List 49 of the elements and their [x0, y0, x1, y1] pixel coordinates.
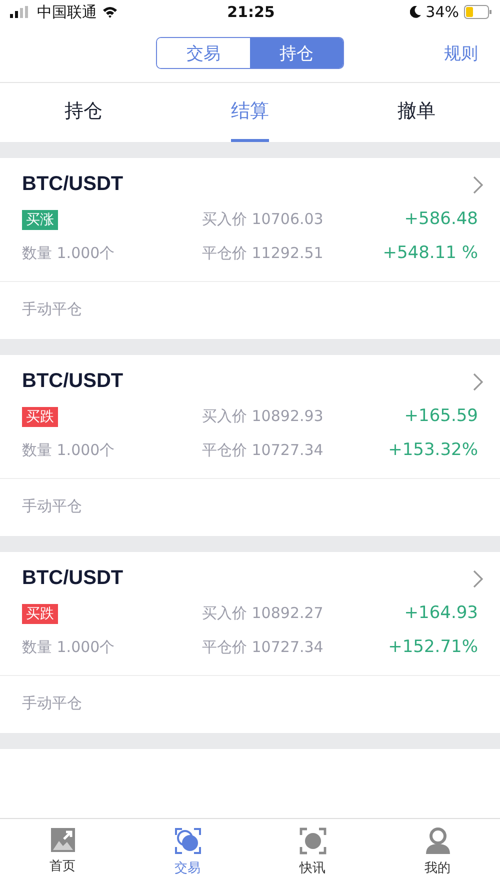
chevron-right-icon[interactable]	[472, 568, 484, 588]
battery-percent: 34%	[426, 3, 459, 21]
direction-tag: 买涨	[22, 210, 58, 230]
tab[interactable]: 持仓	[64, 83, 103, 142]
profit-rate: +153.32%	[388, 440, 478, 460]
tab-bar-item[interactable]: 我的	[375, 819, 500, 883]
chevron-right-icon[interactable]	[472, 372, 484, 392]
trade-icon	[174, 827, 202, 855]
profit-amount: +165.59	[403, 406, 478, 426]
status-time: 21:25	[227, 3, 275, 21]
carrier-name: 中国联通	[37, 2, 97, 22]
scan-icon	[298, 827, 326, 855]
tab[interactable]: 结算	[230, 83, 270, 142]
tab[interactable]: 撤单	[397, 83, 436, 142]
position-card[interactable]: BTC/USDT 买涨 买入价 10706.03 +586.48 数量 1.000个 平仓价 11292.51 +548.11 % 手动平仓	[0, 158, 500, 339]
close-type: 手动平仓	[22, 694, 82, 712]
pair-name: BTC/USDT	[22, 173, 124, 196]
profit-amount: +586.48	[403, 209, 478, 229]
direction-tag: 买跌	[22, 604, 58, 624]
buy-price: 买入价 10892.93	[202, 406, 324, 426]
position-card[interactable]: BTC/USDT 买跌 买入价 10892.27 +164.93 数量 1.000个 平仓价 10727.34 +152.71% 手动平仓	[0, 552, 500, 733]
close-type: 手动平仓	[22, 497, 82, 515]
pair-name: BTC/USDT	[22, 370, 124, 393]
wifi-icon	[102, 6, 118, 18]
direction-tag: 买跌	[22, 406, 58, 426]
segment-tab[interactable]: 持仓	[250, 38, 343, 68]
user-icon	[424, 827, 450, 855]
close-price: 平仓价 10727.34	[202, 440, 324, 460]
profit-rate: +152.71%	[388, 637, 478, 657]
buy-price: 买入价 10706.03	[202, 210, 324, 228]
moon-icon	[410, 6, 421, 18]
rules-link[interactable]: 规则	[444, 42, 478, 64]
tab-bar-item[interactable]: 交易	[125, 819, 250, 883]
quantity: 数量 1.000个	[22, 440, 116, 460]
quantity: 数量 1.000个	[22, 638, 116, 656]
pair-name: BTC/USDT	[22, 567, 124, 590]
close-price: 平仓价 10727.34	[202, 638, 324, 656]
battery-icon	[464, 5, 492, 19]
profit-amount: +164.93	[403, 603, 478, 623]
image-icon	[50, 827, 76, 853]
tab-bar-item[interactable]: 首页	[0, 819, 125, 883]
close-price: 平仓价 11292.51	[202, 244, 324, 262]
tab-bar-item[interactable]: 快讯	[250, 819, 375, 883]
close-type: 手动平仓	[22, 300, 82, 318]
buy-price: 买入价 10892.27	[202, 604, 324, 622]
chevron-right-icon[interactable]	[472, 174, 484, 194]
quantity: 数量 1.000个	[22, 244, 116, 262]
profit-rate: +548.11 %	[382, 243, 478, 263]
position-card[interactable]: BTC/USDT 买跌 买入价 10892.93 +165.59 数量 1.000个 平仓价 10727.34 +153.32% 手动平仓	[0, 355, 500, 536]
